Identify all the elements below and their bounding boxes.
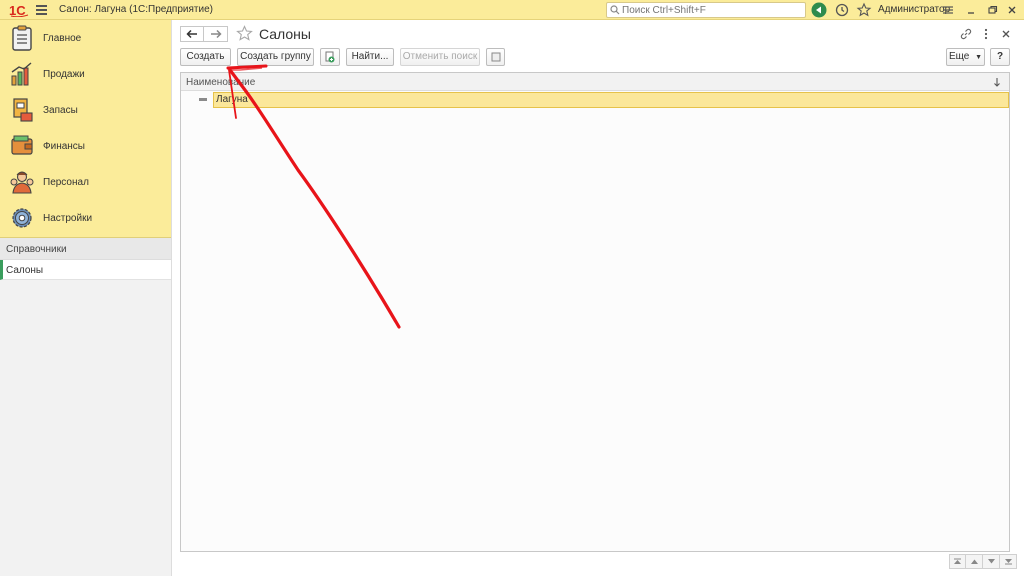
close-form-icon[interactable] xyxy=(999,27,1013,41)
copy-button[interactable] xyxy=(320,48,340,66)
more-button[interactable]: Еще ▼ xyxy=(946,48,985,66)
sections-panel: Главное Продажи Запасы Финансы Персонал … xyxy=(0,20,172,576)
scroll-bottom-button[interactable] xyxy=(1000,554,1017,569)
staff-icon xyxy=(10,171,34,194)
app-title: Салон: Лагуна (1С:Предприятие) xyxy=(59,4,213,15)
section-staff[interactable]: Персонал xyxy=(0,164,171,200)
notifications-icon[interactable] xyxy=(811,2,827,18)
main-menu-icon[interactable] xyxy=(36,5,47,15)
create-button[interactable]: Создать xyxy=(180,48,231,66)
more-button-label: Еще xyxy=(948,51,970,62)
chevron-down-icon: ▼ xyxy=(975,54,983,61)
section-inventory[interactable]: Запасы xyxy=(0,92,171,128)
back-button[interactable] xyxy=(180,26,204,42)
favorites-star-icon[interactable] xyxy=(856,2,872,18)
scroll-up-icon xyxy=(970,559,978,564)
gear-icon xyxy=(12,208,32,228)
svg-text:1С: 1С xyxy=(9,3,26,17)
clipboard-icon xyxy=(12,25,32,51)
restore-icon[interactable] xyxy=(984,2,1000,18)
sales-chart-icon xyxy=(11,62,32,86)
1c-logo-icon: 1С xyxy=(9,3,29,17)
copy-icon xyxy=(325,51,335,63)
section-finance[interactable]: Финансы xyxy=(0,128,171,164)
create-group-button[interactable]: Создать группу xyxy=(237,48,314,66)
row-state-icon xyxy=(199,98,207,101)
inventory-icon xyxy=(13,98,33,122)
close-window-icon[interactable] xyxy=(1004,2,1020,18)
list-settings-icon xyxy=(491,52,500,62)
section-label: Продажи xyxy=(43,69,85,80)
subgroup-title: Справочники xyxy=(0,238,171,260)
section-list: Главное Продажи Запасы Финансы Персонал … xyxy=(0,20,171,238)
row-name-cell: Лагуна xyxy=(216,94,248,105)
table-header: Наименование xyxy=(181,73,1009,91)
global-search-input[interactable] xyxy=(606,2,806,18)
add-to-favorites-star-icon[interactable] xyxy=(236,25,253,42)
nav-item-salons[interactable]: Салоны xyxy=(0,260,171,280)
scroll-top-icon xyxy=(954,558,961,564)
section-label: Финансы xyxy=(43,141,85,152)
scroll-bottom-icon xyxy=(1004,559,1012,565)
arrow-left-icon xyxy=(186,29,197,39)
sort-arrow-icon[interactable] xyxy=(993,77,1001,87)
arrow-right-icon xyxy=(210,29,222,39)
list-scroll-buttons xyxy=(949,554,1017,569)
section-label: Персонал xyxy=(43,177,89,188)
form-area: Салоны Создать Создать группу Найти... О… xyxy=(173,20,1024,576)
scroll-down-icon xyxy=(987,559,995,564)
forward-button[interactable] xyxy=(204,26,228,42)
table-row[interactable]: Лагуна xyxy=(213,92,1009,108)
link-icon[interactable] xyxy=(959,27,973,41)
help-button[interactable]: ? xyxy=(990,48,1010,66)
settings-menu-icon[interactable] xyxy=(940,2,956,18)
scroll-down-button[interactable] xyxy=(983,554,1000,569)
title-bar: 1С Салон: Лагуна (1С:Предприятие) Админи… xyxy=(0,0,1024,20)
section-main[interactable]: Главное xyxy=(0,20,171,56)
form-title: Салоны xyxy=(259,26,311,42)
section-label: Настройки xyxy=(43,213,93,224)
scroll-up-button[interactable] xyxy=(966,554,983,569)
cancel-search-button[interactable]: Отменить поиск xyxy=(400,48,480,66)
list-settings-button[interactable] xyxy=(486,48,505,66)
column-header-name[interactable]: Наименование xyxy=(186,77,255,88)
more-actions-icon[interactable] xyxy=(979,27,993,41)
section-label: Главное xyxy=(43,33,82,44)
search-icon xyxy=(610,5,620,15)
minimize-icon[interactable] xyxy=(963,2,979,18)
history-icon[interactable] xyxy=(834,2,850,18)
section-settings[interactable]: Настройки xyxy=(0,200,171,236)
find-button[interactable]: Найти... xyxy=(346,48,394,66)
section-label: Запасы xyxy=(43,105,78,116)
navigation-buttons xyxy=(180,26,228,42)
scroll-top-button[interactable] xyxy=(949,554,966,569)
wallet-icon xyxy=(11,135,33,155)
section-sales[interactable]: Продажи xyxy=(0,56,171,92)
salons-list-table[interactable]: Наименование Лагуна xyxy=(180,72,1010,552)
